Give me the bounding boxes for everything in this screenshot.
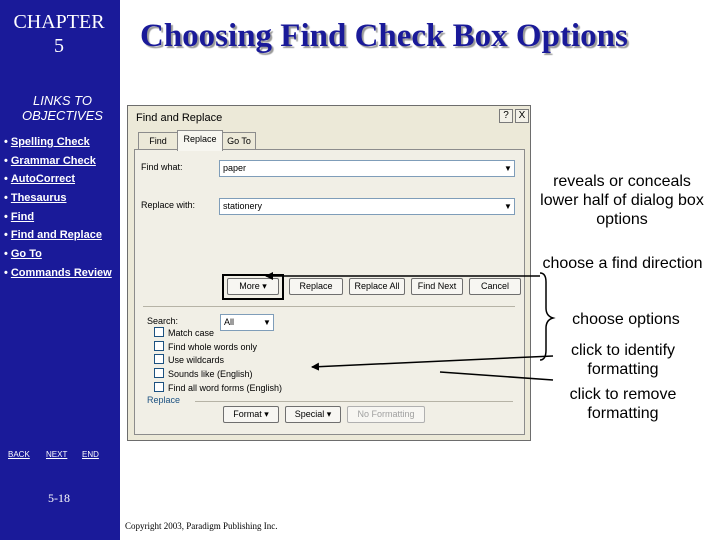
option-label: Sounds like (English) (168, 369, 253, 380)
replace-section-label: Replace (147, 395, 181, 405)
copyright: Copyright 2003, Paradigm Publishing Inc. (125, 521, 278, 531)
checkbox[interactable] (154, 368, 164, 379)
link-commands-review[interactable]: • Commands Review (4, 264, 112, 283)
link-find[interactable]: • Find (4, 208, 112, 227)
tab-replace[interactable]: Replace (177, 130, 223, 151)
bullet: • (4, 154, 8, 167)
next-button[interactable]: NEXT (46, 450, 67, 459)
link-label[interactable]: Thesaurus (11, 192, 67, 204)
dialog-title: Find and Replace (136, 112, 223, 124)
find-replace-dialog: Find and Replace ? X Find Replace Go To … (127, 105, 531, 441)
bullet: • (4, 136, 8, 148)
sidebar: CHAPTER 5 LINKS TO OBJECTIVES • Spelling … (0, 0, 120, 540)
replace-with-input[interactable]: stationery ▼ (219, 198, 515, 215)
find-what-input[interactable]: paper ▼ (219, 160, 515, 177)
close-button[interactable]: X (515, 109, 529, 123)
replace-button[interactable]: Replace (289, 278, 343, 295)
find-what-label: Find what: (141, 162, 183, 172)
link-label[interactable]: Find (11, 211, 34, 223)
checkbox[interactable] (154, 381, 164, 392)
option-label: Use wildcards (168, 355, 225, 366)
help-button[interactable]: ? (499, 109, 513, 123)
section-divider (195, 401, 513, 402)
bullet: • (4, 248, 8, 261)
link-label[interactable]: Go To (11, 248, 42, 260)
link-find-and-replace[interactable]: • Find and Replace (4, 226, 112, 245)
link-spelling-check[interactable]: • Spelling Check (4, 133, 112, 152)
replace-tab-panel: Find what: paper ▼ Replace with: station… (134, 149, 525, 435)
back-button[interactable]: BACK (8, 450, 30, 459)
link-thesaurus[interactable]: • Thesaurus (4, 189, 112, 208)
replace-with-label: Replace with: (141, 200, 196, 210)
checkbox[interactable] (154, 327, 164, 337)
option-label: Find whole words only (168, 341, 258, 352)
annotation-direction: choose a find direction (542, 255, 703, 272)
link-autocorrect[interactable]: • AutoCorrect (4, 170, 112, 189)
find-next-button[interactable]: Find Next (411, 278, 463, 295)
link-label[interactable]: Commands Review (11, 267, 112, 279)
links-title-line1: LINKS TO (32, 93, 92, 108)
checkbox[interactable] (154, 354, 164, 365)
search-options-list: Match case Find whole words only Use wil… (154, 327, 282, 395)
link-grammar-check[interactable]: • Grammar Check (4, 152, 112, 171)
bullet: • (4, 210, 8, 223)
format-button[interactable]: Format ▾ (223, 406, 279, 423)
objective-links: • Spelling Check • Grammar Check • AutoCorr… (4, 133, 112, 283)
bullet: • (4, 229, 8, 242)
more-button[interactable]: More ▾ (227, 278, 279, 295)
option-whole-words[interactable]: Find whole words only (154, 340, 282, 355)
links-title: LINKS TO OBJECTIVES (0, 93, 125, 123)
replace-all-button[interactable]: Replace All (349, 278, 405, 295)
option-wildcards[interactable]: Use wildcards (154, 354, 282, 368)
option-label: Match case (168, 328, 215, 338)
checkbox[interactable] (154, 340, 164, 351)
link-label[interactable]: AutoCorrect (11, 173, 75, 185)
search-label: Search: (147, 316, 179, 326)
annotation-no-format: click to remove formatting (569, 386, 677, 422)
end-button[interactable]: END (82, 450, 99, 459)
no-formatting-button[interactable]: No Formatting (347, 406, 425, 423)
chevron-down-icon[interactable]: ▼ (502, 161, 514, 176)
slide-nav: BACK NEXT END (8, 450, 108, 462)
annotation-options: choose options (572, 311, 680, 328)
replace-with-value: stationery (223, 201, 263, 211)
option-sounds-like[interactable]: Sounds like (English) (154, 368, 282, 382)
option-word-forms[interactable]: Find all word forms (English) (154, 381, 283, 396)
annotation-reveal: reveals or conceals lower half of dialog… (540, 173, 704, 228)
option-label: Find all word forms (English) (168, 382, 283, 393)
bullet: • (4, 192, 8, 205)
find-what-value: paper (223, 163, 247, 173)
chevron-down-icon[interactable]: ▼ (502, 199, 514, 214)
links-title-line2: OBJECTIVES (22, 108, 103, 123)
annotation-format: click to identify formatting (570, 342, 676, 378)
link-label[interactable]: Spelling Check (11, 136, 90, 148)
special-button[interactable]: Special ▾ (285, 406, 341, 423)
bullet: • (4, 173, 8, 186)
search-direction-value: All (224, 317, 235, 327)
link-go-to[interactable]: • Go To (4, 245, 112, 264)
chapter-label: CHAPTER (13, 11, 105, 33)
bullet: • (4, 266, 8, 279)
page-number: 5-18 (48, 491, 70, 505)
cancel-button[interactable]: Cancel (469, 278, 521, 295)
link-label[interactable]: Find and Replace (11, 229, 102, 241)
link-label[interactable]: Grammar Check (11, 155, 96, 167)
slide-title: Choosing Find Check Box Options (140, 18, 628, 54)
option-match-case[interactable]: Match case (154, 327, 282, 341)
chapter-number: 5 (54, 35, 64, 57)
chapter-heading: CHAPTER 5 (0, 10, 118, 58)
